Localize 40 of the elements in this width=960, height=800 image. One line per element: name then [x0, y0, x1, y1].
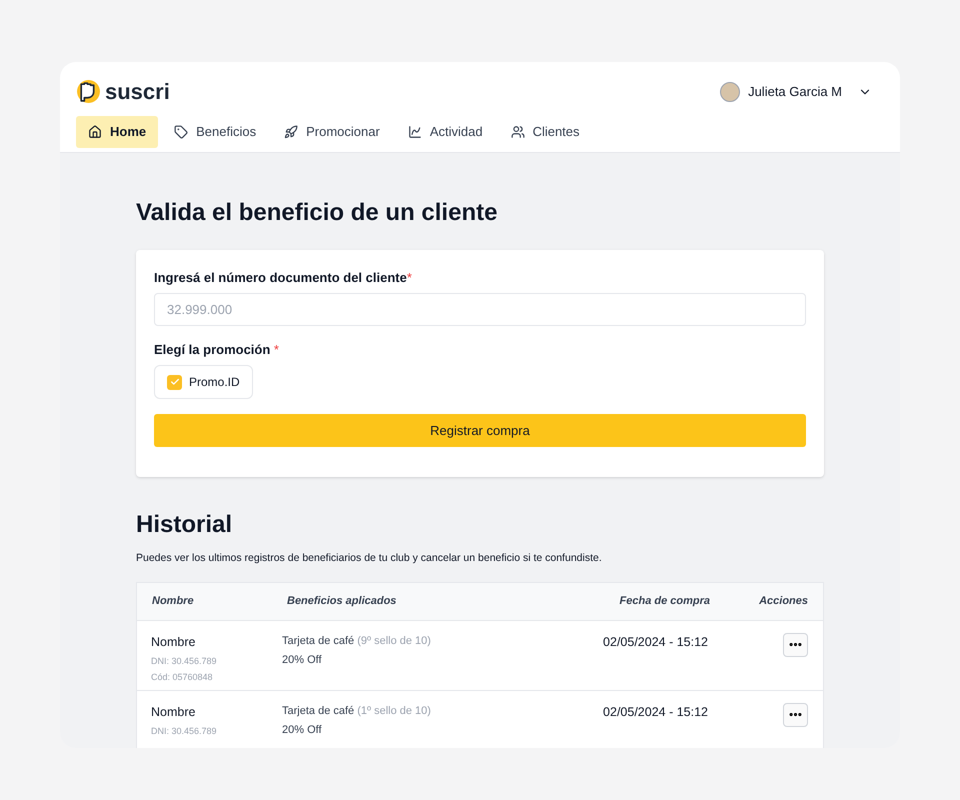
check-icon [170, 377, 180, 387]
more-button[interactable] [783, 702, 808, 727]
purchase-date: 02/05/2024 - 15:12 [602, 704, 708, 721]
users-icon [510, 125, 525, 139]
nav-tab[interactable]: Beneficios [162, 116, 268, 148]
nav-tab[interactable]: Promocionar [272, 116, 392, 148]
chart-icon [408, 125, 422, 139]
field-label: Ingresá el número documento del cliente* [154, 269, 413, 287]
client-dni: DNI: 30.456.789 [151, 724, 218, 738]
benefit-text: Tarjeta de café (9º sello de 10) [282, 634, 432, 649]
submit-button[interactable]: Registrar compra [154, 414, 806, 447]
section-title: Historial [136, 510, 234, 540]
column-header: Fecha de compra [618, 594, 710, 609]
nav-tab[interactable]: Clientes [498, 116, 592, 148]
brand-name: suscri [105, 80, 170, 102]
user-menu[interactable]: Julieta Garcia M [720, 82, 872, 102]
client-name: Nombre [151, 634, 196, 651]
nav-tab[interactable]: Actividad [396, 116, 495, 148]
column-header: Nombre [152, 594, 195, 609]
home-icon [88, 125, 102, 139]
column-header: Acciones [758, 594, 808, 609]
client-dni: DNI: 30.456.789 [151, 654, 218, 668]
benefit-text: Tarjeta de café (1º sello de 10) [282, 704, 432, 719]
discount-text: 20% Off [282, 653, 323, 668]
nav-tab[interactable]: Home [76, 116, 158, 148]
more-button[interactable] [783, 632, 808, 657]
checkbox[interactable] [167, 374, 182, 390]
column-header: Beneficios aplicados [287, 594, 398, 609]
client-code: Cód: 05760848 [151, 671, 214, 684]
field-label: Elegí la promoción * [154, 340, 280, 359]
discount-text: 20% Off [282, 723, 323, 738]
section-description: Puedes ver los ultimos registros de beneficiarios de tu club y cancelar un beneficio si te confundiste. [136, 551, 603, 566]
tag-icon [174, 125, 188, 139]
promo-option[interactable]: Promo.ID [154, 365, 253, 399]
document-input[interactable]: 32.999.000 [154, 292, 806, 326]
client-name: Nombre [151, 704, 196, 721]
page-title: Valida el beneficio de un cliente [136, 198, 498, 228]
rocket-icon [284, 125, 298, 139]
purchase-date: 02/05/2024 - 15:12 [602, 634, 708, 651]
avatar-icon [720, 82, 740, 102]
